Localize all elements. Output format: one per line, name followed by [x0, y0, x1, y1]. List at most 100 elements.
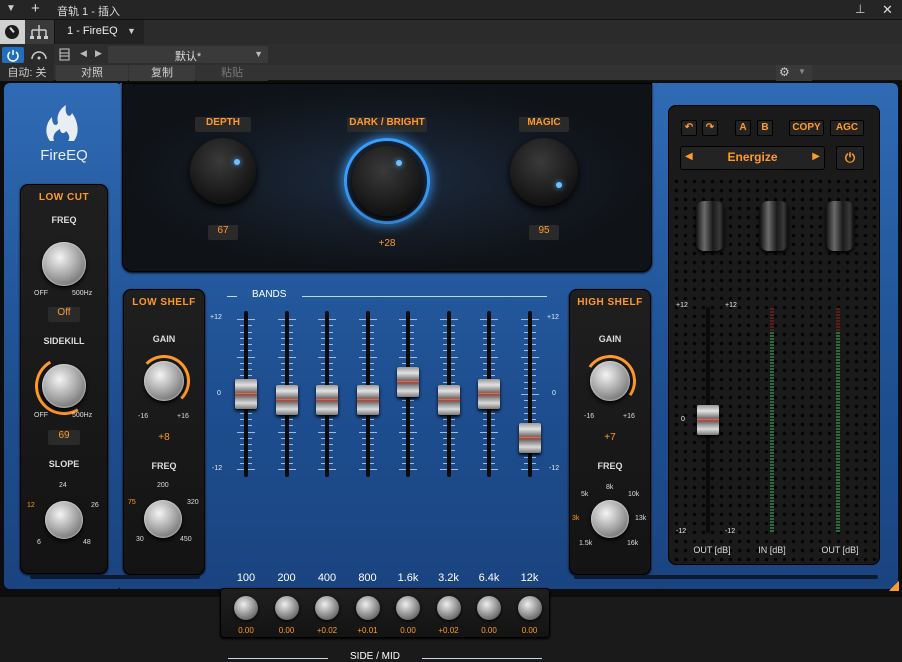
band-label-200: 200 — [277, 572, 296, 584]
copy-ab-button[interactable]: COPY — [789, 120, 824, 136]
lowshelf-freq-tick-320: 320 — [187, 499, 199, 506]
sidekill-value: 69 — [48, 430, 80, 445]
bypass-toggle[interactable] — [0, 20, 25, 44]
side-mid-knob-3.2k[interactable] — [436, 596, 461, 620]
depth-knob[interactable] — [190, 138, 256, 204]
preset-selector[interactable]: 默认* ▼ — [108, 46, 268, 63]
copy-button[interactable]: 复制 — [129, 65, 195, 81]
highshelf-gain-value: +7 — [604, 432, 616, 443]
highshelf-freq-tick-10k: 10k — [628, 491, 640, 498]
preset-display[interactable]: ◀ Energize ▶ — [680, 146, 825, 170]
routing-button[interactable] — [25, 20, 54, 44]
depth-label: DEPTH — [195, 117, 251, 132]
window-title: 音轨 1 - 插入 — [57, 6, 120, 18]
depth-value: 67 — [208, 225, 238, 240]
magic-knob[interactable] — [510, 138, 578, 206]
out-scale-mid: 0 — [681, 416, 685, 423]
highshelf-gain-label: GAIN — [598, 334, 622, 344]
band-fader-6.4k[interactable] — [478, 379, 500, 409]
sidekill-knob[interactable] — [42, 364, 86, 408]
agc-button[interactable]: AGC — [830, 120, 864, 136]
paste-button[interactable]: 粘贴 — [196, 65, 268, 81]
side-mid-knob-800[interactable] — [355, 596, 380, 620]
band-fader-400[interactable] — [316, 385, 338, 416]
side-mid-value-800: +0.01 — [357, 626, 378, 635]
close-icon[interactable]: ✕ — [882, 2, 893, 18]
automation-icon — [31, 51, 47, 60]
highshelf-freq-tick-13k: 13k — [635, 515, 647, 522]
pin-icon[interactable]: ⊥ — [855, 2, 865, 16]
highshelf-freq-tick-3k: 3k — [572, 515, 580, 522]
slope-label: SLOPE — [48, 459, 80, 469]
darkbright-knob[interactable] — [352, 146, 422, 216]
side-mid-knob-200[interactable] — [274, 596, 299, 620]
lowcut-freq-max: 500Hz — [72, 290, 93, 297]
speaker-grille — [668, 175, 880, 565]
slope-knob[interactable] — [45, 501, 83, 539]
lowshelf-gain-knob[interactable] — [144, 361, 184, 401]
sidekill-min: OFF — [34, 412, 48, 419]
band-fader-1.6k[interactable] — [397, 366, 419, 397]
redo-button[interactable]: ↷ — [702, 120, 718, 136]
highshelf-freq-tick-1.5k: 1.5k — [579, 540, 593, 547]
slope-tick-6: 6 — [37, 539, 41, 546]
sidemid-rule-right — [422, 658, 542, 659]
bands-title: BANDS — [252, 289, 287, 300]
side-mid-knob-1.6k[interactable] — [396, 596, 420, 620]
settings-button[interactable]: ⚙ ▼ — [776, 65, 812, 81]
side-mid-knob-100[interactable] — [234, 596, 258, 620]
side-mid-value-100: 0.00 — [238, 626, 254, 635]
highshelf-freq-knob[interactable] — [591, 500, 629, 538]
magic-label: MAGIC — [519, 117, 569, 132]
next-preset-arrow-icon[interactable]: ▶ — [812, 151, 820, 162]
prev-preset-icon[interactable]: ◀ — [80, 48, 87, 59]
side-mid-value-200: 0.00 — [278, 626, 295, 635]
compare-button[interactable]: 对照 — [56, 65, 128, 81]
menu-arrow-icon[interactable]: ▼ — [6, 3, 16, 14]
brand-name: FireEQ — [40, 147, 88, 164]
band-fader-12k[interactable] — [518, 422, 541, 453]
preset-display-name: Energize — [727, 150, 778, 164]
lowcut-section: LOW CUT FREQ OFF 500Hz Off SIDEKILL OFF … — [20, 184, 108, 574]
auto-status[interactable]: 自动: 关 — [0, 65, 54, 81]
lowshelf-freq-tick-75: 75 — [128, 499, 136, 506]
window-titlebar: ▼ + 音轨 1 - 插入 ⊥ ✕ — [0, 0, 902, 20]
lowcut-freq-knob[interactable] — [42, 242, 86, 286]
band-fader-100[interactable] — [235, 379, 257, 409]
side-mid-knob-12k[interactable] — [517, 596, 542, 620]
slope-tick-48: 48 — [83, 539, 91, 546]
power-toggle-button[interactable]: ⏻ — [836, 146, 864, 170]
automation-button[interactable] — [28, 47, 50, 63]
highshelf-gain-max: +16 — [623, 413, 635, 420]
side-mid-knob-400[interactable] — [315, 596, 339, 620]
sidekill-label: SIDEKILL — [43, 336, 85, 346]
preset-browser-button[interactable] — [56, 46, 74, 63]
highshelf-section: HIGH SHELF GAIN -16 +16 +7 FREQ 5k 8k 10… — [569, 289, 651, 575]
side-mid-knob-6.4k[interactable] — [477, 596, 501, 620]
band-fader-800[interactable] — [356, 385, 379, 416]
add-icon[interactable]: + — [31, 0, 40, 17]
lowcut-freq-min: OFF — [34, 290, 48, 297]
preset-toolbar: ◀ ▶ 默认* ▼ — [0, 44, 902, 65]
power-button[interactable] — [2, 47, 24, 63]
output-fader[interactable] — [697, 405, 719, 435]
band-label-6.4k: 6.4k — [478, 572, 500, 584]
bands-scale-bot-left: -12 — [212, 465, 223, 472]
bands-rule-left — [227, 296, 237, 297]
side-mid-value-12k: 0.00 — [521, 626, 538, 635]
instance-selector[interactable]: 1 - FireEQ ▼ — [54, 20, 144, 44]
undo-button[interactable]: ↶ — [681, 120, 697, 136]
lowcut-freq-label: FREQ — [51, 215, 77, 225]
instance-name: 1 - FireEQ — [67, 25, 118, 37]
resize-grip-icon[interactable] — [889, 581, 899, 591]
band-fader-3.2k[interactable] — [437, 385, 460, 416]
a-button[interactable]: A — [735, 120, 751, 136]
band-fader-200[interactable] — [275, 385, 298, 416]
lowshelf-freq-knob[interactable] — [144, 500, 182, 538]
lowshelf-title: LOW SHELF — [132, 297, 196, 308]
edit-toolbar: 自动: 关 对照 复制 粘贴 ⚙ ▼ — [0, 65, 902, 81]
next-preset-icon[interactable]: ▶ — [95, 48, 102, 59]
highshelf-gain-knob[interactable] — [590, 361, 630, 401]
band-label-12k: 12k — [520, 572, 539, 584]
b-button[interactable]: B — [757, 120, 773, 136]
